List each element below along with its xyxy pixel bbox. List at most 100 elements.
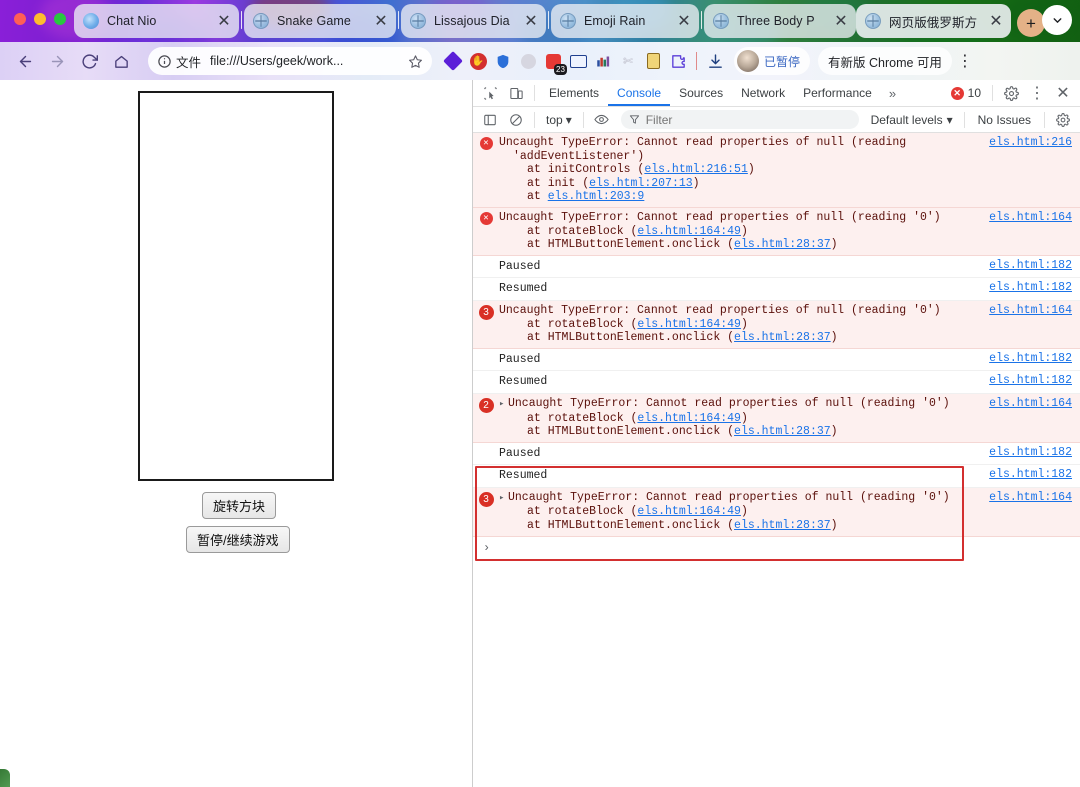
source-link[interactable]: els.html:164 [989, 304, 1072, 317]
close-tab-icon[interactable]: ✕ [675, 12, 693, 30]
console-error-message[interactable]: ✕ Uncaught TypeError: Cannot read propert… [473, 133, 1080, 208]
forward-button[interactable] [42, 46, 72, 76]
close-tab-icon[interactable]: ✕ [372, 12, 390, 30]
console-error-message[interactable]: 2 ▸ Uncaught TypeError: Cannot read proper… [473, 393, 1080, 443]
console-log-message[interactable]: Paused els.html:182 [473, 349, 1080, 372]
close-window-button[interactable] [14, 13, 26, 25]
address-bar[interactable]: 文件 file:///Users/geek/work... [148, 47, 432, 75]
devtools-close-button[interactable]: ✕ [1050, 81, 1076, 105]
device-toolbar-button[interactable] [503, 81, 529, 105]
console-log-message[interactable]: Resumed els.html:182 [473, 371, 1080, 394]
tab-lissajous-diagram[interactable]: Lissajous Dia ✕ [401, 4, 546, 38]
inspect-element-button[interactable] [477, 81, 503, 105]
city-extension-icon[interactable] [592, 50, 614, 72]
tab-console[interactable]: Console [608, 80, 670, 106]
console-error-message[interactable]: ✕ Uncaught TypeError: Cannot read propert… [473, 207, 1080, 256]
tab-snake-game[interactable]: Snake Game ✕ [244, 4, 396, 38]
rotate-block-button[interactable]: 旋转方块 [202, 492, 277, 519]
chrome-menu-button[interactable]: ⋮ [954, 47, 976, 75]
tetris-game-canvas[interactable] [138, 91, 334, 481]
devtools-settings-button[interactable] [998, 81, 1024, 105]
source-link[interactable]: els.html:182 [989, 468, 1072, 481]
source-link[interactable]: els.html:216 [989, 136, 1072, 149]
console-message-list[interactable]: ✕ Uncaught TypeError: Cannot read propert… [473, 133, 1080, 787]
stack-frame-link[interactable]: els.html:28:37 [734, 331, 831, 344]
clear-console-button[interactable] [503, 108, 529, 132]
diamond-extension-icon[interactable] [442, 50, 464, 72]
live-expression-button[interactable] [589, 108, 615, 132]
tab-sources[interactable]: Sources [670, 80, 732, 106]
back-button[interactable] [10, 46, 40, 76]
expand-triangle-icon[interactable]: ▸ [499, 492, 508, 506]
console-sidebar-button[interactable] [477, 108, 503, 132]
console-log-message[interactable]: Resumed els.html:182 [473, 278, 1080, 301]
stack-frame-link[interactable]: els.html:207:13 [589, 177, 693, 190]
card-extension-icon[interactable] [567, 50, 589, 72]
close-tab-icon[interactable]: ✕ [215, 12, 233, 30]
more-tabs-button[interactable]: » [881, 86, 904, 101]
pause-resume-button[interactable]: 暂停/继续游戏 [186, 526, 290, 553]
stack-frame-link[interactable]: els.html:164:49 [637, 225, 741, 238]
profile-button[interactable]: 已暂停 [734, 47, 811, 75]
stack-frame-link[interactable]: els.html:28:37 [734, 425, 831, 438]
stack-frame-link[interactable]: els.html:203:9 [548, 190, 645, 203]
stack-frame-link[interactable]: els.html:164:49 [637, 318, 741, 331]
expand-triangle-icon[interactable]: ▸ [499, 398, 508, 412]
issues-status-label[interactable]: No Issues [970, 113, 1039, 127]
console-settings-button[interactable] [1050, 108, 1076, 132]
red-badge-extension-icon[interactable]: 23 [542, 50, 567, 75]
site-info-icon[interactable] [157, 54, 172, 69]
execution-context-select[interactable]: top ▾ [540, 113, 578, 127]
url-text[interactable]: file:///Users/geek/work... [210, 54, 406, 68]
console-error-message[interactable]: 3 Uncaught TypeError: Cannot read propert… [473, 300, 1080, 349]
window-traffic-lights[interactable] [14, 13, 66, 25]
close-tab-icon[interactable]: ✕ [987, 12, 1005, 30]
log-levels-select[interactable]: Default levels ▾ [865, 113, 959, 127]
bookmark-star-icon[interactable] [406, 52, 424, 70]
download-button[interactable] [704, 50, 726, 72]
circle-extension-icon[interactable] [517, 50, 539, 72]
close-tab-icon[interactable]: ✕ [832, 12, 850, 30]
console-log-message[interactable]: Paused els.html:182 [473, 256, 1080, 279]
tab-emoji-rain[interactable]: Emoji Rain ✕ [551, 4, 699, 38]
source-link[interactable]: els.html:182 [989, 374, 1072, 387]
stack-frame-link[interactable]: els.html:164:49 [637, 412, 741, 425]
reload-button[interactable] [74, 46, 104, 76]
error-count-badge[interactable]: ✕ 10 [945, 86, 987, 100]
tab-tetris-web[interactable]: 网页版俄罗斯方 ✕ [856, 4, 1011, 38]
console-error-message[interactable]: 3 ▸ Uncaught TypeError: Cannot read proper… [473, 487, 1080, 537]
tab-search-button[interactable] [1042, 5, 1072, 35]
console-prompt[interactable]: › [473, 537, 1080, 559]
tab-elements[interactable]: Elements [540, 80, 608, 106]
chrome-update-button[interactable]: 有新版 Chrome 可用 [818, 47, 952, 75]
maximize-window-button[interactable] [54, 13, 66, 25]
tab-three-body-problem[interactable]: Three Body P ✕ [704, 4, 856, 38]
home-button[interactable] [106, 46, 136, 76]
tab-performance[interactable]: Performance [794, 80, 881, 106]
stack-frame-link[interactable]: els.html:28:37 [734, 238, 831, 251]
source-link[interactable]: els.html:164 [989, 491, 1072, 504]
shield-extension-icon[interactable] [492, 50, 514, 72]
close-tab-icon[interactable]: ✕ [522, 12, 540, 30]
new-tab-button[interactable]: + [1017, 9, 1045, 37]
note-extension-icon[interactable] [642, 50, 664, 72]
scissors-extension-icon[interactable]: ✄ [617, 50, 639, 72]
source-link[interactable]: els.html:164 [989, 211, 1072, 224]
tab-chat-nio[interactable]: Chat Nio ✕ [74, 4, 239, 38]
devtools-menu-button[interactable]: ⋮ [1024, 81, 1050, 105]
source-link[interactable]: els.html:164 [989, 397, 1072, 410]
console-log-message[interactable]: Paused els.html:182 [473, 443, 1080, 466]
console-filter-box[interactable] [620, 110, 859, 129]
minimize-window-button[interactable] [34, 13, 46, 25]
console-log-message[interactable]: Resumed els.html:182 [473, 465, 1080, 488]
tab-network[interactable]: Network [732, 80, 794, 106]
source-link[interactable]: els.html:182 [989, 259, 1072, 272]
stop-hand-extension-icon[interactable]: ✋ [467, 50, 489, 72]
source-link[interactable]: els.html:182 [989, 446, 1072, 459]
source-link[interactable]: els.html:182 [989, 352, 1072, 365]
stack-frame-link[interactable]: els.html:164:49 [637, 505, 741, 518]
stack-frame-link[interactable]: els.html:216:51 [644, 163, 748, 176]
stack-frame-link[interactable]: els.html:28:37 [734, 519, 831, 532]
source-link[interactable]: els.html:182 [989, 281, 1072, 294]
console-filter-input[interactable] [645, 112, 851, 127]
